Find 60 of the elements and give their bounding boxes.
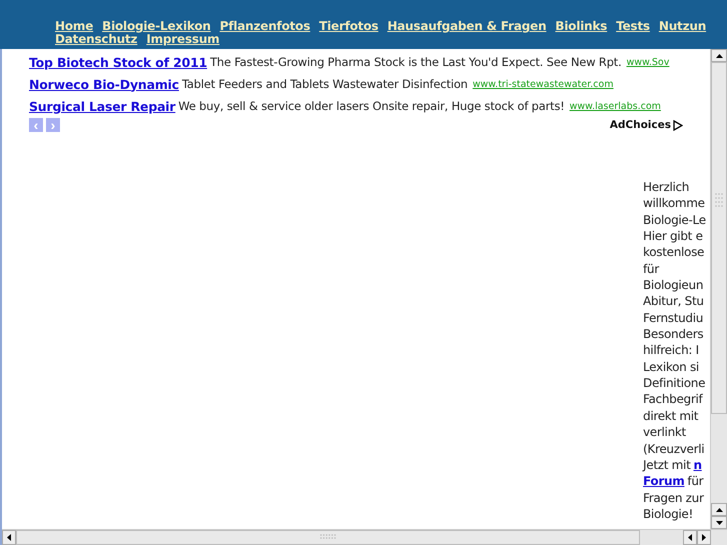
intro-text: (Kreuzverli xyxy=(643,440,704,457)
up-arrow-icon xyxy=(716,54,722,58)
scroll-up-button[interactable] xyxy=(711,49,727,62)
ad-link[interactable]: Norweco Bio-Dynamic xyxy=(29,76,179,92)
scroll-left-button[interactable] xyxy=(2,530,16,545)
ad-text: We buy, sell & service older lasers Onsite repair, Huge stock of parts! xyxy=(178,99,565,113)
scroll-right-button[interactable] xyxy=(697,530,711,545)
intro-text: kostenlose xyxy=(643,244,704,261)
scroll-thumb[interactable] xyxy=(16,530,640,545)
nav-link[interactable]: Hausaufgaben & Fragen xyxy=(387,19,546,33)
up-arrow-icon xyxy=(716,508,722,512)
right-arrow-icon xyxy=(702,534,706,541)
scroll-down-button[interactable] xyxy=(711,516,727,529)
vertical-scrollbar[interactable] xyxy=(710,49,727,529)
intro-text: Jetzt mit xyxy=(643,456,690,474)
intro-text: Definitione xyxy=(643,375,706,392)
ad-url[interactable]: www.Sov xyxy=(626,56,670,68)
nav-link[interactable]: Tierfotos xyxy=(319,19,378,33)
horizontal-scrollbar[interactable] xyxy=(2,529,727,545)
intro-text: Abitur, Stu xyxy=(643,293,704,310)
intro-text: Hier gibt e xyxy=(643,228,703,244)
ad-url[interactable]: www.tri-statewastewater.com xyxy=(472,78,614,90)
scroll-up-button[interactable] xyxy=(711,503,727,516)
nav-link[interactable]: Biologie-Lexikon xyxy=(102,19,211,33)
ad-link[interactable]: Top Biotech Stock of 2011 xyxy=(29,54,208,70)
intro-text: Herzlich xyxy=(643,179,690,196)
intro-text: Biologie-Le xyxy=(643,212,706,228)
intro-text: Fachbegrif xyxy=(643,391,702,408)
forum-link[interactable]: Forum xyxy=(643,473,684,490)
nav-link[interactable]: Biolinks xyxy=(555,19,608,33)
intro-text: Biologieun xyxy=(643,277,704,294)
down-arrow-icon xyxy=(716,520,722,524)
ad-text: The Fastest-Growing Pharma Stock is the Last You'd Expect. See New Rpt. xyxy=(210,55,622,69)
left-arrow-icon xyxy=(7,534,11,541)
nav-link[interactable]: Nutzun xyxy=(658,19,706,33)
ad-link[interactable]: Surgical Laser Repair xyxy=(29,98,176,114)
nav-link[interactable]: Datenschutz xyxy=(55,32,138,46)
ad-text: Tablet Feeders and Tablets Wastewater Disinfection xyxy=(182,77,468,91)
play-icon xyxy=(673,120,683,130)
intro-text: willkomme xyxy=(643,195,705,212)
intro-text: verlinkt xyxy=(643,424,686,440)
nav-link[interactable]: Tests xyxy=(616,19,650,33)
scroll-thumb[interactable] xyxy=(711,62,727,414)
intro-text: Besonders xyxy=(643,326,704,342)
intro-text: Lexikon si xyxy=(643,358,699,376)
intro-text: hilfreich: I xyxy=(643,342,699,359)
scroll-left-button[interactable] xyxy=(683,530,697,545)
intro-text: für xyxy=(687,473,704,490)
left-arrow-icon xyxy=(688,534,692,541)
intro-text: Fragen zur xyxy=(643,490,704,506)
adchoices-link[interactable]: AdChoices xyxy=(610,119,671,131)
nav-link[interactable]: Pflanzenfotos xyxy=(220,19,310,33)
intro-text: für xyxy=(643,260,659,278)
intro-text: Fernstudiu xyxy=(643,310,704,326)
ad-url[interactable]: www.laserlabs.com xyxy=(570,100,661,112)
intro-text: direkt mit xyxy=(643,408,698,424)
nav-link[interactable]: Impressum xyxy=(146,32,220,46)
forum-link[interactable]: n xyxy=(693,456,702,474)
nav-link[interactable]: Home xyxy=(55,19,94,33)
intro-text: Biologie! xyxy=(643,506,694,522)
